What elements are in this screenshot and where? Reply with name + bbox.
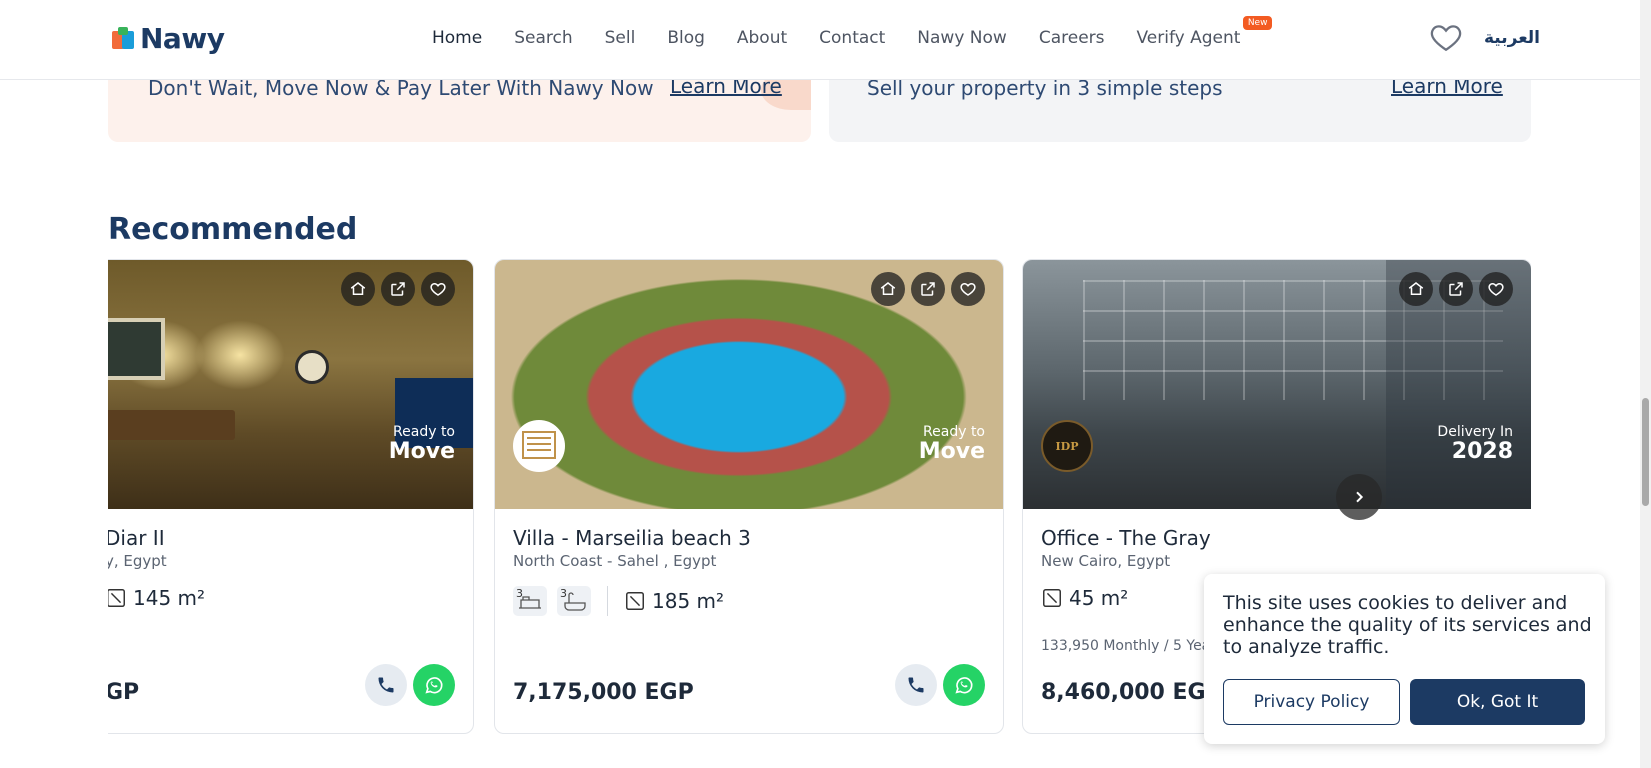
property-specs: 145 m²: [108, 586, 205, 610]
chevron-right-icon: [1356, 491, 1364, 503]
favorite-heart-icon[interactable]: [421, 272, 455, 306]
phone-icon[interactable]: [895, 664, 937, 706]
page: Don't Wait, Move Now & Pay Later With Na…: [0, 0, 1651, 768]
status-value: 2028: [1451, 439, 1513, 464]
area-value: 185 m²: [652, 589, 725, 613]
property-price: 7,175,000 EGP: [513, 680, 694, 705]
whatsapp-icon[interactable]: [413, 664, 455, 706]
language-switch[interactable]: العربية: [1484, 28, 1540, 48]
status-label: Delivery In: [1437, 424, 1513, 440]
property-title[interactable]: Villa - Marseilia beach 3: [513, 526, 751, 550]
nav-contact[interactable]: Contact: [819, 28, 885, 48]
property-location: North Coast - Sahel , Egypt: [513, 552, 717, 570]
page-scrollbar[interactable]: [1640, 0, 1651, 768]
share-icon[interactable]: [1439, 272, 1473, 306]
area-icon: [626, 592, 644, 610]
phone-icon[interactable]: [365, 664, 407, 706]
status-value: Move: [388, 439, 455, 464]
bedrooms: 3: [513, 586, 547, 616]
contact-buttons: [365, 664, 455, 706]
favorite-heart-icon[interactable]: [1479, 272, 1513, 306]
logo-text: Nawy: [140, 22, 225, 55]
monthly-installment: 133,950 Monthly / 5 Years: [1041, 638, 1224, 654]
property-card[interactable]: Ready to Move Diar II y, Egypt 145 m² GP: [108, 259, 474, 734]
property-title[interactable]: Office - The Gray: [1041, 526, 1211, 550]
whatsapp-icon[interactable]: [943, 664, 985, 706]
spec-divider: [607, 586, 608, 616]
nav-search[interactable]: Search: [514, 28, 572, 48]
status-label: Ready to: [393, 424, 455, 440]
contact-buttons: [895, 664, 985, 706]
nav-about[interactable]: About: [737, 28, 787, 48]
property-specs: 45 m²: [1041, 586, 1128, 610]
scrollbar-thumb[interactable]: [1642, 398, 1649, 506]
property-location: New Cairo, Egypt: [1041, 552, 1171, 570]
area: 145 m²: [108, 586, 205, 610]
accept-cookies-button[interactable]: Ok, Got It: [1410, 679, 1585, 725]
card-actions: [1399, 272, 1513, 306]
property-price: 8,460,000 EGP: [1041, 680, 1222, 705]
home-icon[interactable]: [1399, 272, 1433, 306]
home-icon[interactable]: [871, 272, 905, 306]
share-icon[interactable]: [381, 272, 415, 306]
status-badge: Ready to Move: [389, 424, 455, 464]
area-icon: [108, 589, 125, 607]
favorite-heart-icon[interactable]: [951, 272, 985, 306]
nav-verify-agent[interactable]: Verify Agent New: [1136, 16, 1273, 48]
home-icon[interactable]: [341, 272, 375, 306]
main-nav: Home Search Sell Blog About Contact Nawy…: [432, 16, 1273, 48]
bedrooms-count: 3: [516, 587, 523, 600]
card-actions: [341, 272, 455, 306]
status-label: Ready to: [923, 424, 985, 440]
bathrooms-count: 3: [560, 587, 567, 600]
area-icon: [1043, 589, 1061, 607]
nav-sell[interactable]: Sell: [605, 28, 636, 48]
cookie-consent: This site uses cookies to deliver and en…: [1204, 574, 1605, 744]
site-header: Nawy Home Search Sell Blog About Contact…: [0, 0, 1640, 80]
privacy-policy-button[interactable]: Privacy Policy: [1223, 679, 1400, 725]
status-badge: Ready to Move: [919, 424, 985, 464]
bathrooms: 3: [557, 586, 591, 616]
area: 185 m²: [624, 589, 724, 613]
area-value: 45 m²: [1069, 586, 1129, 610]
nawy-logo[interactable]: Nawy: [112, 22, 225, 55]
nav-blog[interactable]: Blog: [667, 28, 705, 48]
developer-logo: [513, 420, 565, 472]
section-title: Recommended: [108, 212, 358, 247]
nav-home[interactable]: Home: [432, 28, 482, 48]
developer-logo: IDP: [1041, 420, 1093, 472]
area-value: 145 m²: [133, 586, 206, 610]
carousel-next-button[interactable]: [1336, 474, 1382, 520]
cookie-message: This site uses cookies to deliver and en…: [1223, 592, 1592, 658]
property-location: y, Egypt: [108, 552, 167, 570]
property-specs: 3 3 185 m²: [513, 586, 724, 616]
nav-nawy-now[interactable]: Nawy Now: [917, 28, 1007, 48]
property-title[interactable]: Diar II: [108, 526, 165, 550]
favorites-heart-icon[interactable]: [1428, 20, 1464, 54]
nav-verify-agent-label: Verify Agent: [1136, 28, 1241, 48]
status-badge: Delivery In 2028: [1437, 424, 1513, 464]
status-value: Move: [918, 439, 985, 464]
nav-careers[interactable]: Careers: [1039, 28, 1105, 48]
share-icon[interactable]: [911, 272, 945, 306]
logo-mark-icon: [112, 26, 136, 51]
property-card[interactable]: Ready to Move Villa - Marseilia beach 3 …: [494, 259, 1004, 734]
new-badge: New: [1242, 16, 1273, 30]
card-actions: [871, 272, 985, 306]
area: 45 m²: [1041, 586, 1128, 610]
property-price: GP: [108, 680, 140, 705]
